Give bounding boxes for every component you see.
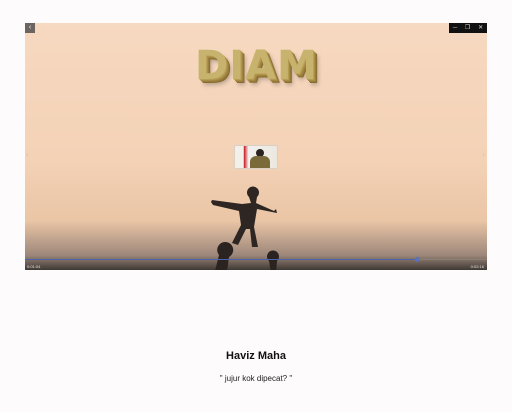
seek-bar-fill	[25, 259, 418, 260]
current-time: 0:01:04	[27, 264, 41, 269]
video-player[interactable]: ‹ ─ ❐ ✕ DIAM ‹ › 0:01:04 0:02:16	[25, 23, 487, 270]
seek-bar[interactable]	[25, 257, 487, 262]
author-name: Haviz Maha	[226, 350, 286, 362]
inset-thumbnail	[234, 145, 278, 169]
duration-time: 0:02:16	[470, 264, 484, 269]
thumbnail-person-body	[250, 156, 270, 168]
silhouette-figures	[211, 186, 279, 270]
previous-icon[interactable]: ‹	[26, 150, 29, 159]
quote-text: " jujur kok dipecat? "	[219, 374, 293, 383]
seek-handle[interactable]	[415, 257, 421, 262]
window-controls: ─ ❐ ✕	[449, 23, 487, 33]
close-icon[interactable]: ✕	[478, 23, 483, 33]
maximize-icon[interactable]: ❐	[465, 23, 470, 33]
next-icon[interactable]: ›	[482, 150, 485, 159]
minimize-icon[interactable]: ─	[453, 23, 457, 33]
diam-title-art: DIAM	[195, 43, 318, 89]
back-button[interactable]: ‹	[25, 23, 35, 33]
